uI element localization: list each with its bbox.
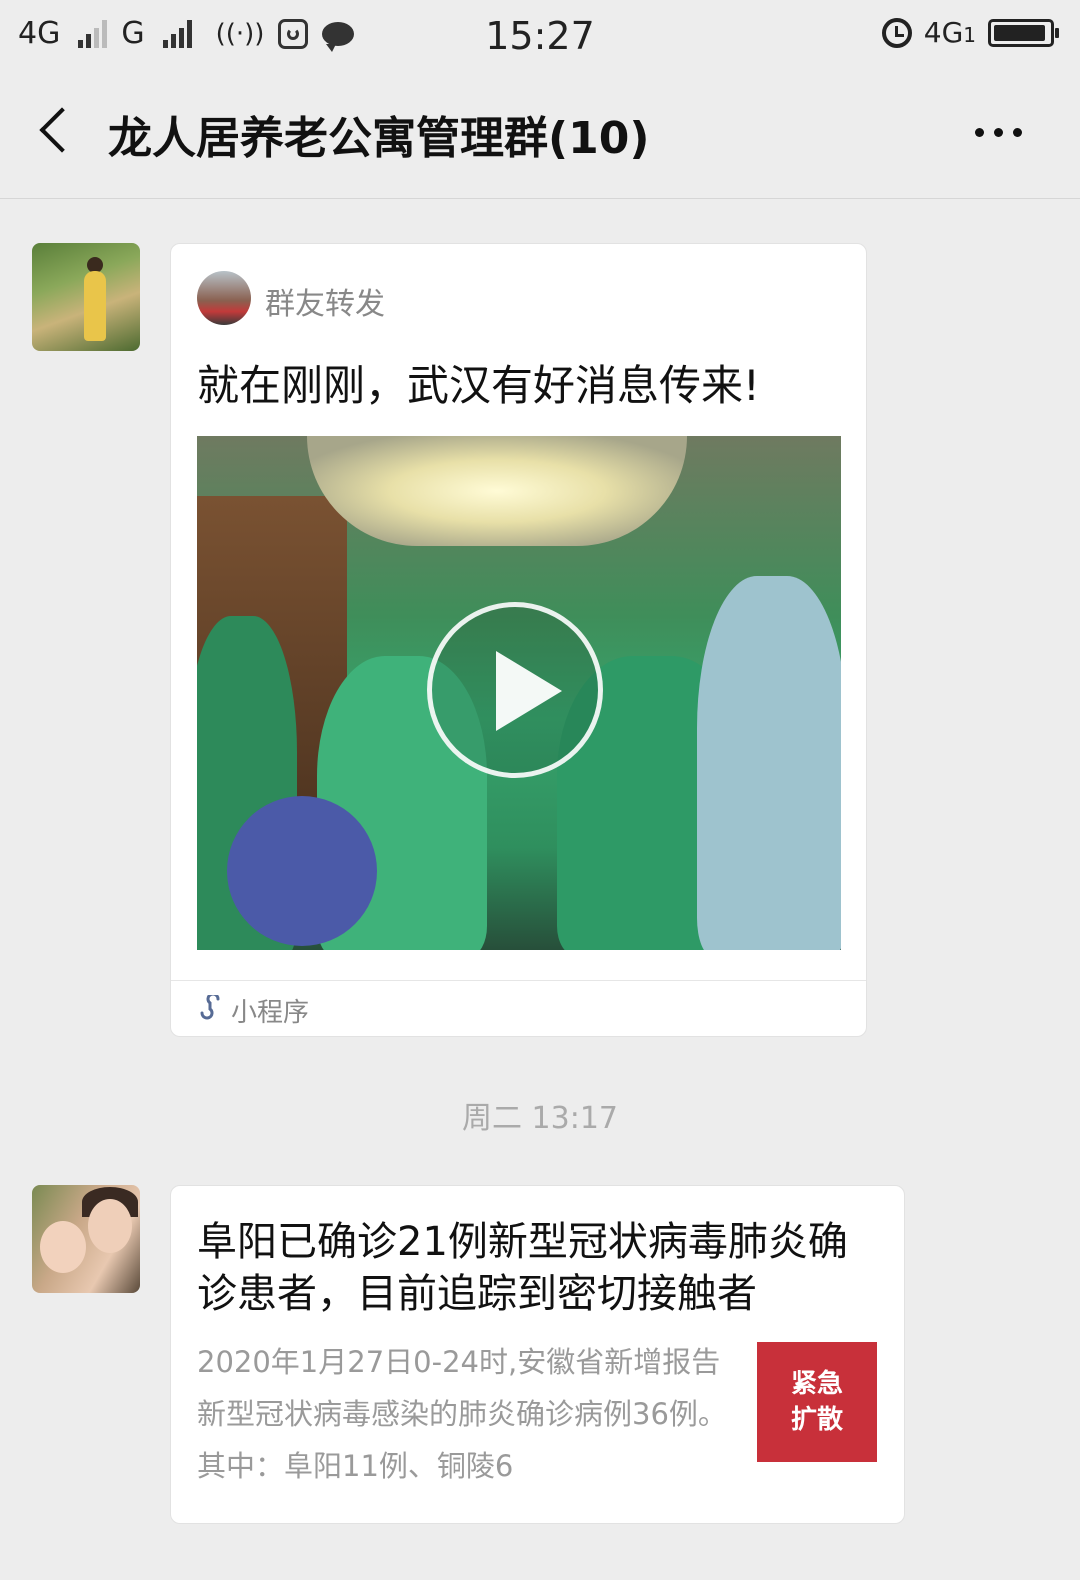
alarm-icon xyxy=(881,17,912,48)
mini-program-link-icon xyxy=(200,995,220,1020)
chat-header: 龙人居养老公寓管理群(10) xyxy=(0,74,1080,199)
message-timestamp: 周二 13:17 xyxy=(462,1101,618,1136)
network-right-label: 4G1 xyxy=(923,16,976,49)
article-thumbnail-badge: 紧急扩散 xyxy=(757,1342,877,1462)
mini-program-card[interactable]: 群友转发 就在刚刚，武汉有好消息传来! 小程序 xyxy=(170,243,867,1037)
mini-program-footer: 小程序 xyxy=(171,980,866,1036)
battery-fill xyxy=(994,24,1046,41)
play-icon[interactable] xyxy=(427,602,603,778)
source-avatar xyxy=(197,271,251,325)
chat-title: 龙人居养老公寓管理群(10) xyxy=(108,113,650,164)
article-title: 阜阳已确诊21例新型冠状病毒肺炎确诊患者，目前追踪到密切接触者 xyxy=(197,1219,848,1317)
sender-avatar[interactable] xyxy=(32,1185,140,1293)
mini-program-label: 小程序 xyxy=(231,998,310,1028)
battery-icon xyxy=(988,18,1059,47)
back-arrow-icon[interactable] xyxy=(39,107,85,153)
status-right: 4G1 xyxy=(881,16,1059,49)
more-icon[interactable] xyxy=(975,128,1022,137)
source-name: 群友转发 xyxy=(265,287,385,322)
sender-avatar[interactable] xyxy=(32,243,140,351)
status-bar: 4G G ((·)) 15:27 4G1 xyxy=(0,0,1080,74)
video-thumbnail[interactable] xyxy=(197,436,841,950)
article-card[interactable]: 阜阳已确诊21例新型冠状病毒肺炎确诊患者，目前追踪到密切接触者 2020年1月2… xyxy=(170,1185,905,1524)
mini-program-title: 就在刚刚，武汉有好消息传来! xyxy=(197,361,760,410)
article-description: 2020年1月27日0-24时,安徽省新增报告新型冠状病毒感染的肺炎确诊病例36… xyxy=(197,1345,727,1483)
